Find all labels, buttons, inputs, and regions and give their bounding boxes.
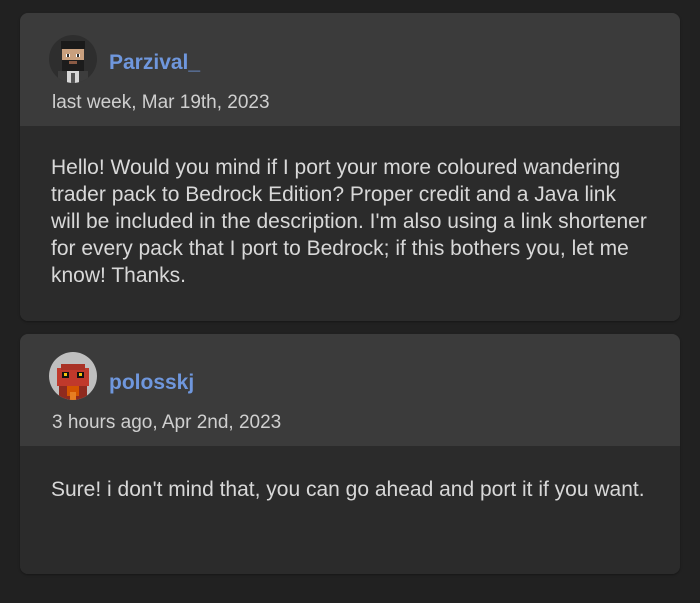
comment-thread: Parzival_ last week, Mar 19th, 2023 Hell… <box>0 0 700 603</box>
comment-header: Parzival_ last week, Mar 19th, 2023 <box>20 13 680 126</box>
comment-card: polosskj 3 hours ago, Apr 2nd, 2023 Sure… <box>20 334 680 574</box>
comment-timestamp: last week, Mar 19th, 2023 <box>52 92 270 113</box>
pixel-avatar-red-creature-icon[interactable] <box>49 352 97 400</box>
username-link[interactable]: polosskj <box>109 371 194 395</box>
comment-card: Parzival_ last week, Mar 19th, 2023 Hell… <box>20 13 680 321</box>
pixel-avatar-bearded-man-icon[interactable] <box>49 35 97 83</box>
comment-timestamp: 3 hours ago, Apr 2nd, 2023 <box>52 412 282 433</box>
comment-header: polosskj 3 hours ago, Apr 2nd, 2023 <box>20 334 680 446</box>
comment-body: Hello! Would you mind if I port your mor… <box>20 126 680 321</box>
username-link[interactable]: Parzival_ <box>109 51 200 75</box>
comment-body: Sure! i don't mind that, you can go ahea… <box>20 446 680 574</box>
